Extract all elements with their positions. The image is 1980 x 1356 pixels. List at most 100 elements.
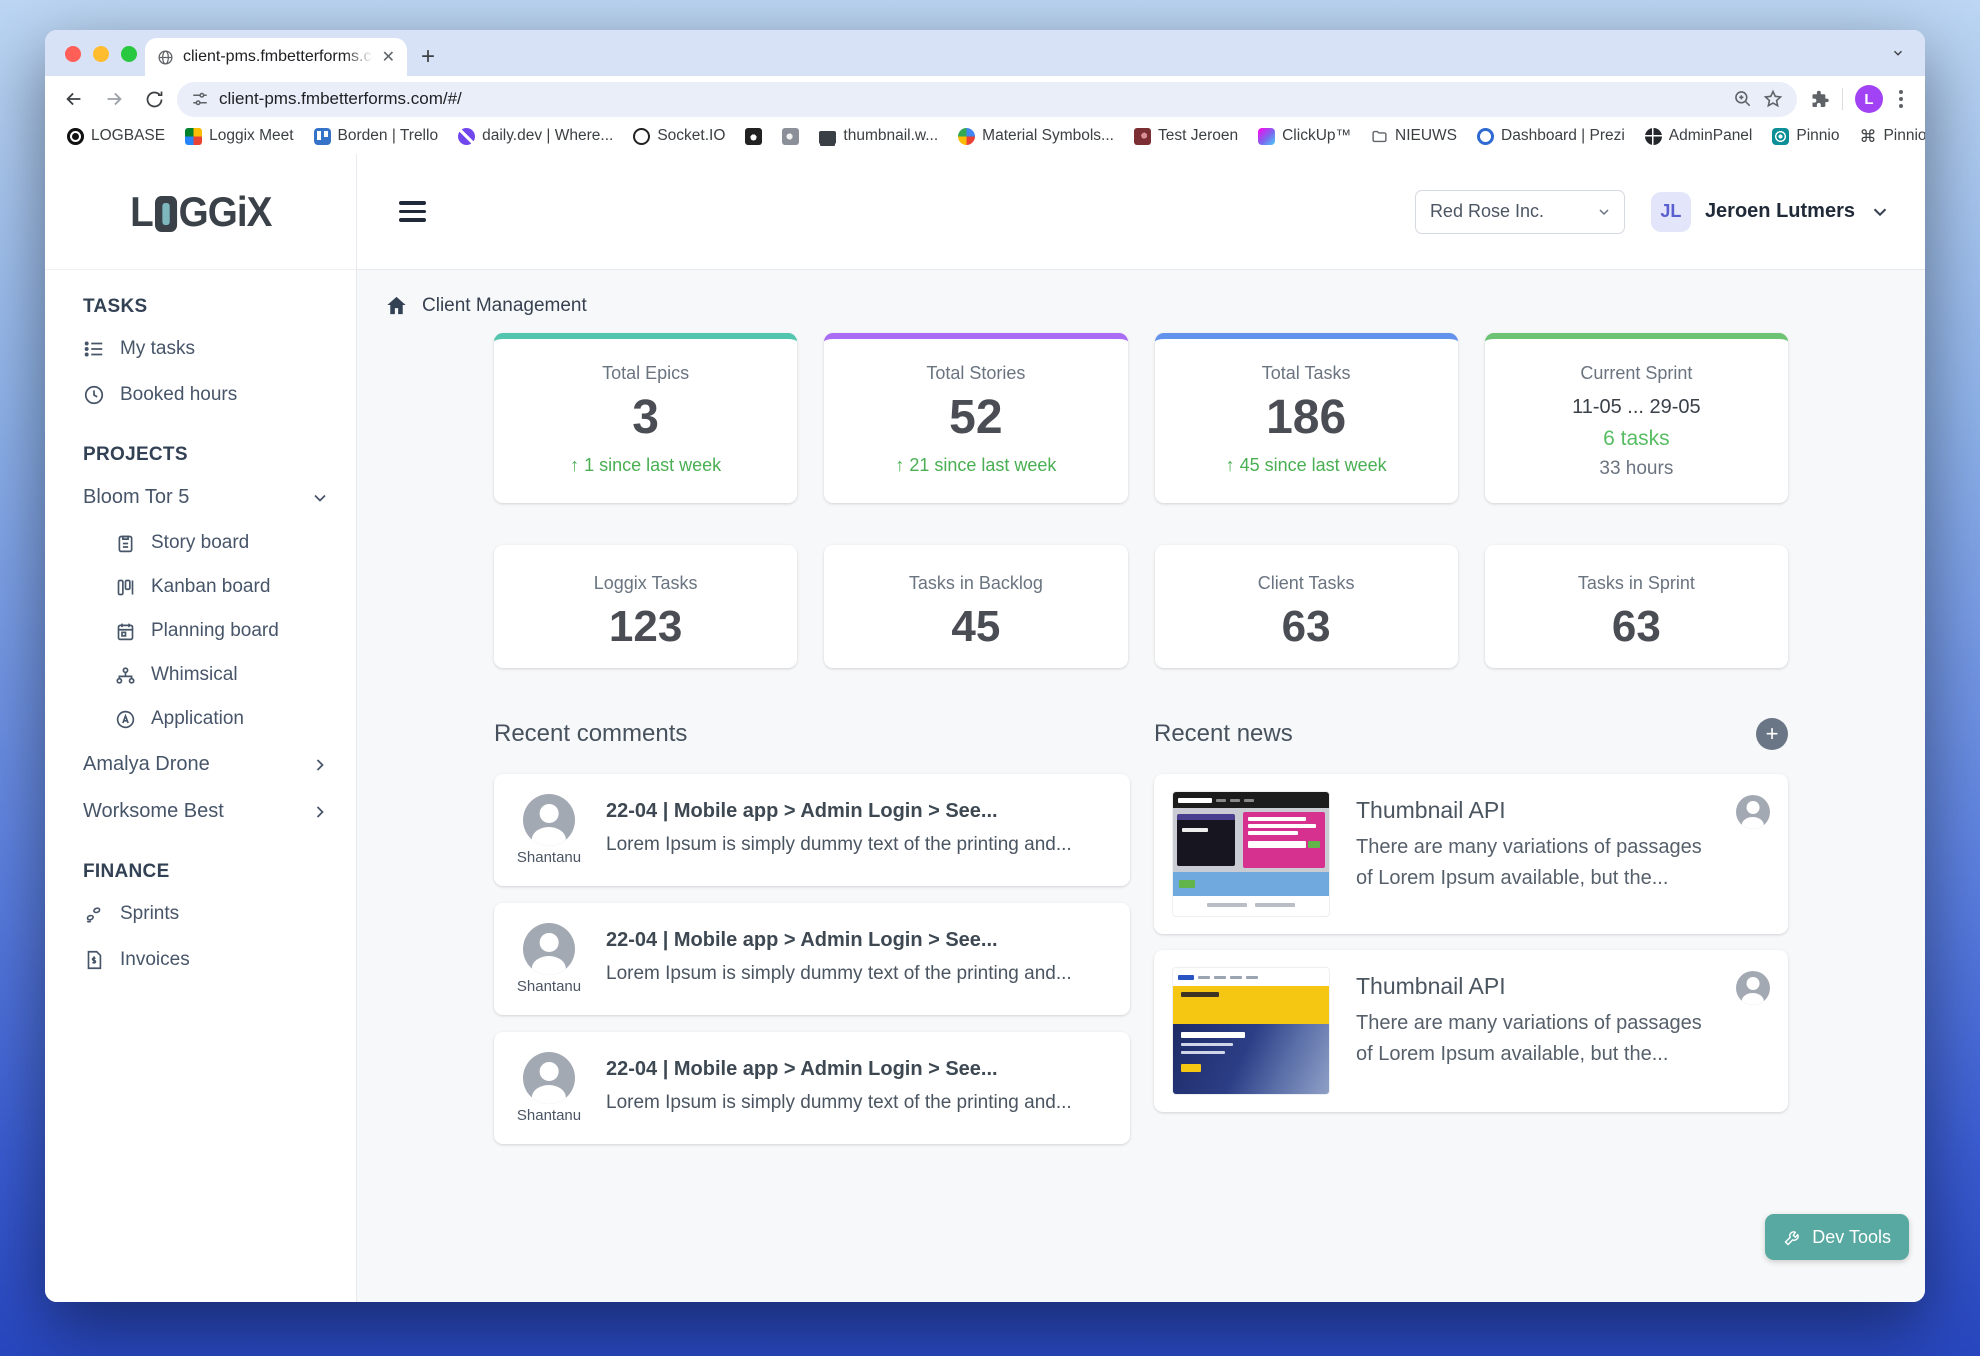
bookmark-material-symbols[interactable]: Material Symbols... <box>950 125 1122 147</box>
home-icon[interactable] <box>385 294 408 317</box>
sidebar-item-story-board[interactable]: Story board <box>83 521 356 565</box>
camcorder-icon <box>782 128 799 145</box>
flowchart-icon <box>115 665 136 686</box>
bookmark-trello[interactable]: Borden | Trello <box>306 125 447 147</box>
bookmark-clickup[interactable]: ClickUp™ <box>1250 125 1359 147</box>
sprint-hours: 33 hours <box>1485 458 1788 480</box>
bookmark-pinnio-portal[interactable]: ⌘Pinnio Portal <box>1851 125 1925 147</box>
chevron-right-icon <box>310 755 330 775</box>
comment-title: 22-04 | Mobile app > Admin Login > See..… <box>606 1052 1072 1081</box>
extensions-puzzle-icon[interactable] <box>1809 89 1830 110</box>
tab-strip: client-pms.fmbetterforms.co ✕ + <box>45 30 1925 76</box>
recent-news-section: Recent news + <box>1154 716 1788 1161</box>
close-window-button[interactable] <box>65 46 81 62</box>
hamburger-menu-icon[interactable] <box>399 201 426 222</box>
prezi-icon <box>1477 128 1494 145</box>
comment-card[interactable]: Shantanu 22-04 | Mobile app > Admin Logi… <box>494 1032 1130 1144</box>
window-controls <box>65 46 137 62</box>
main-column: Red Rose Inc. JL Jeroen Lutmers Client M… <box>357 154 1925 1302</box>
bookmark-adminpanel[interactable]: AdminPanel <box>1637 125 1761 147</box>
sidebar-item-kanban-board[interactable]: Kanban board <box>83 565 356 609</box>
minimize-window-button[interactable] <box>93 46 109 62</box>
bookmark-thumbnail[interactable]: thumbnail.w... <box>811 125 946 147</box>
bookmark-test-jeroen[interactable]: Test Jeroen <box>1126 125 1246 147</box>
bookmark-camcorder[interactable] <box>774 126 807 147</box>
tab-search-chevron-icon[interactable] <box>1885 40 1911 66</box>
sidebar-project-amalya-drone[interactable]: Amalya Drone <box>83 741 356 788</box>
forward-icon[interactable] <box>97 82 131 116</box>
user-name: Jeroen Lutmers <box>1705 200 1855 223</box>
stat-card-tasks-in-sprint: Tasks in Sprint 63 <box>1485 545 1788 668</box>
logo-box: LGGiX <box>45 154 356 270</box>
comment-body: Lorem Ipsum is simply dummy text of the … <box>606 1092 1072 1114</box>
logo-o-glyph <box>154 196 176 232</box>
dev-tools-button[interactable]: Dev Tools <box>1765 1214 1909 1260</box>
desktop: client-pms.fmbetterforms.co ✕ + <box>0 0 1980 1356</box>
news-thumbnail <box>1172 967 1330 1095</box>
loggix-logo[interactable]: LGGiX <box>130 188 271 236</box>
bookmark-dailydev[interactable]: daily.dev | Where... <box>450 125 621 147</box>
browser-tab[interactable]: client-pms.fmbetterforms.co ✕ <box>145 38 407 76</box>
news-card[interactable]: Thumbnail API There are many variations … <box>1154 774 1788 934</box>
url-bar[interactable]: client-pms.fmbetterforms.com/#/ <box>177 82 1797 117</box>
bookmark-star-icon[interactable] <box>1763 89 1783 109</box>
stat-value: 123 <box>494 602 797 652</box>
image-icon <box>1134 128 1151 145</box>
chevron-down-icon <box>310 488 330 508</box>
company-select[interactable]: Red Rose Inc. <box>1415 190 1625 234</box>
sidebar-item-sprints[interactable]: Sprints <box>83 891 356 937</box>
sidebar-item-my-tasks[interactable]: My tasks <box>83 326 356 372</box>
reload-icon[interactable] <box>137 82 171 116</box>
bookmark-loggix-meet[interactable]: Loggix Meet <box>177 125 301 147</box>
news-title: Thumbnail API <box>1356 797 1710 824</box>
url-text[interactable]: client-pms.fmbetterforms.com/#/ <box>219 89 1723 109</box>
comment-title: 22-04 | Mobile app > Admin Login > See..… <box>606 923 1072 952</box>
chevron-down-icon <box>1596 204 1612 220</box>
comment-card[interactable]: Shantanu 22-04 | Mobile app > Admin Logi… <box>494 903 1130 1015</box>
section-title-tasks: TASKS <box>83 296 356 318</box>
bookmark-logbase[interactable]: LOGBASE <box>59 125 173 147</box>
bookmark-pinnio[interactable]: Pinnio <box>1764 125 1847 147</box>
stats-row-2: Loggix Tasks 123 Tasks in Backlog 45 Cli… <box>494 545 1788 668</box>
bookmark-folder-nieuws[interactable]: NIEUWS <box>1363 125 1465 147</box>
stat-value: 63 <box>1485 602 1788 652</box>
tab-title: client-pms.fmbetterforms.co <box>183 48 373 66</box>
add-news-button[interactable]: + <box>1756 718 1788 750</box>
zoom-icon[interactable] <box>1733 89 1753 109</box>
bookmarks-bar: LOGBASE Loggix Meet Borden | Trello dail… <box>45 122 1925 154</box>
user-menu[interactable]: JL Jeroen Lutmers <box>1651 192 1891 232</box>
sidebar-item-application[interactable]: Application <box>83 697 356 741</box>
maximize-window-button[interactable] <box>121 46 137 62</box>
tab-close-icon[interactable]: ✕ <box>382 47 395 67</box>
sidebar-project-bloom-tor-5[interactable]: Bloom Tor 5 <box>83 474 356 521</box>
user-avatar: JL <box>1651 192 1691 232</box>
sidebar-item-booked-hours[interactable]: Booked hours <box>83 372 356 418</box>
invoice-icon <box>83 949 105 971</box>
recent-news-heading: Recent news <box>1154 720 1293 748</box>
toolbar-right: L <box>1803 85 1913 113</box>
bookmark-camera[interactable] <box>737 126 770 147</box>
material-symbols-icon <box>958 128 975 145</box>
stats-row-1: Total Epics 3 ↑1 since last week Total S… <box>494 333 1788 503</box>
stat-card-tasks-in-backlog: Tasks in Backlog 45 <box>824 545 1127 668</box>
sidebar-nav: TASKS My tasks Booked hours PROJECTS Blo… <box>45 270 356 983</box>
sidebar-item-planning-board[interactable]: Planning board <box>83 609 356 653</box>
stat-delta-text: 21 since last week <box>909 455 1056 476</box>
target-icon <box>67 128 84 145</box>
sidebar-item-whimsical[interactable]: Whimsical <box>83 653 356 697</box>
sidebar-item-invoices[interactable]: Invoices <box>83 937 356 983</box>
browser-profile-avatar[interactable]: L <box>1855 85 1883 113</box>
back-icon[interactable] <box>57 82 91 116</box>
stat-label: Tasks in Backlog <box>824 573 1127 594</box>
comment-title: 22-04 | Mobile app > Admin Login > See..… <box>606 794 1072 823</box>
new-tab-button[interactable]: + <box>421 46 435 68</box>
browser-menu-icon[interactable] <box>1895 86 1907 112</box>
news-card[interactable]: Thumbnail API There are many variations … <box>1154 950 1788 1112</box>
site-settings-icon[interactable] <box>191 90 209 108</box>
sidebar-project-worksome-best[interactable]: Worksome Best <box>83 788 356 835</box>
stat-delta-text: 1 since last week <box>584 455 721 476</box>
bookmark-prezi[interactable]: Dashboard | Prezi <box>1469 125 1633 147</box>
comment-card[interactable]: Shantanu 22-04 | Mobile app > Admin Logi… <box>494 774 1130 886</box>
bookmark-socketio[interactable]: Socket.IO <box>625 125 733 147</box>
comment-author: Shantanu <box>516 1107 582 1124</box>
